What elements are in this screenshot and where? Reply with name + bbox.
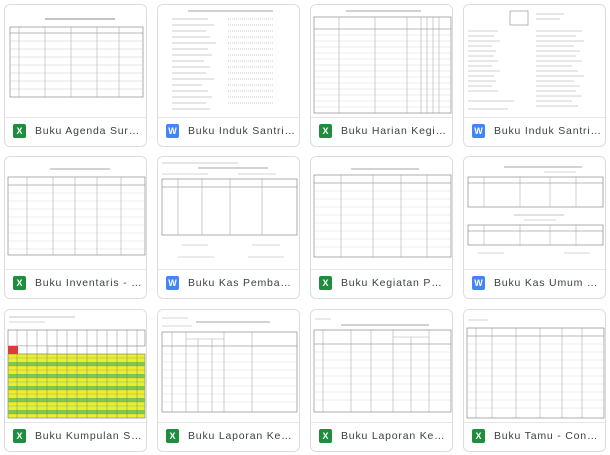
file-thumbnail <box>158 310 299 423</box>
file-thumbnail <box>311 5 452 118</box>
file-card-kumpulan-santri[interactable]: X Buku Kumpulan Santri - ... <box>4 309 147 452</box>
sheets-file-icon: X <box>472 428 485 443</box>
file-thumbnail <box>5 157 146 270</box>
file-title: Buku Kas Umum - Buku ... <box>494 276 605 289</box>
file-thumbnail <box>311 157 452 270</box>
file-title: Buku Kegiatan Pendidik... <box>341 276 452 289</box>
file-title: Buku Laporan Keadaan ... <box>188 429 299 442</box>
file-grid: { "files": [ {"title": "Buku Agenda Sura… <box>0 0 610 455</box>
file-card-buku-tamu[interactable]: X Buku Tamu - Contoh Bu... <box>463 309 606 452</box>
file-thumbnail <box>464 157 605 270</box>
file-footer: W Buku Induk Santri - Buku... <box>158 115 299 146</box>
file-title: Buku Harian Kegiatan K... <box>341 124 452 137</box>
sheets-file-icon: X <box>319 428 332 443</box>
docs-file-icon: W <box>166 123 179 138</box>
file-thumbnail <box>311 310 452 423</box>
file-thumbnail <box>5 310 146 423</box>
file-title: Buku Induk Santri - Buku... <box>494 124 605 137</box>
file-thumbnail <box>5 5 146 118</box>
file-thumbnail <box>158 157 299 270</box>
sheets-file-icon: X <box>319 275 332 290</box>
file-card-kas-pembantu[interactable]: W Buku Kas Pembantu - B... <box>157 156 300 299</box>
file-card-kas-umum[interactable]: W Buku Kas Umum - Buku ... <box>463 156 606 299</box>
file-thumbnail <box>158 5 299 118</box>
file-footer: W Buku Induk Santri - Buku... <box>464 115 605 146</box>
file-thumbnail <box>464 310 605 423</box>
file-card-laporan-keadaan-1[interactable]: X Buku Laporan Keadaan ... <box>157 309 300 452</box>
file-card-kegiatan-pendidikan[interactable]: X Buku Kegiatan Pendidik... <box>310 156 453 299</box>
file-title: Buku Inventaris - Contoh... <box>35 276 146 289</box>
file-footer: X Buku Kegiatan Pendidik... <box>311 267 452 298</box>
file-title: Buku Kas Pembantu - B... <box>188 276 299 289</box>
file-card-inventaris[interactable]: X Buku Inventaris - Contoh... <box>4 156 147 299</box>
file-title: Buku Tamu - Contoh Bu... <box>494 429 605 442</box>
sheets-file-icon: X <box>13 123 26 138</box>
file-title: Buku Induk Santri - Buku... <box>188 124 299 137</box>
sheets-file-icon: X <box>319 123 332 138</box>
file-thumbnail <box>464 5 605 118</box>
file-footer: X Buku Agenda Surat Keluar... <box>5 115 146 146</box>
file-footer: X Buku Harian Kegiatan K... <box>311 115 452 146</box>
file-card-induk-santri-1[interactable]: W Buku Induk Santri - Buku... <box>157 4 300 147</box>
file-footer: W Buku Kas Umum - Buku ... <box>464 267 605 298</box>
file-card-induk-santri-2[interactable]: W Buku Induk Santri - Buku... <box>463 4 606 147</box>
file-title: Buku Laporan Keadaan ... <box>341 429 452 442</box>
file-footer: X Buku Laporan Keadaan ... <box>311 420 452 451</box>
file-footer: X Buku Tamu - Contoh Bu... <box>464 420 605 451</box>
file-card-laporan-keadaan-2[interactable]: X Buku Laporan Keadaan ... <box>310 309 453 452</box>
file-card-agenda-surat-keluar[interactable]: X Buku Agenda Surat Keluar... <box>4 4 147 147</box>
docs-file-icon: W <box>472 275 485 290</box>
sheets-file-icon: X <box>13 428 26 443</box>
file-card-harian-kegiatan[interactable]: X Buku Harian Kegiatan K... <box>310 4 453 147</box>
file-title: Buku Agenda Surat Keluar... <box>35 124 146 137</box>
file-footer: W Buku Kas Pembantu - B... <box>158 267 299 298</box>
file-footer: X Buku Kumpulan Santri - ... <box>5 420 146 451</box>
docs-file-icon: W <box>166 275 179 290</box>
file-footer: X Buku Laporan Keadaan ... <box>158 420 299 451</box>
file-title: Buku Kumpulan Santri - ... <box>35 429 146 442</box>
sheets-file-icon: X <box>166 428 179 443</box>
sheets-file-icon: X <box>13 275 26 290</box>
docs-file-icon: W <box>472 123 485 138</box>
file-footer: X Buku Inventaris - Contoh... <box>5 267 146 298</box>
